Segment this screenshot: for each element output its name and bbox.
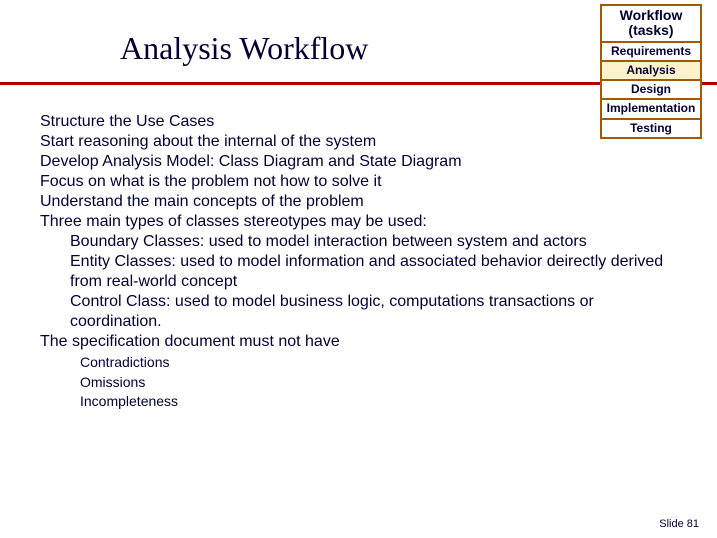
workflow-header: Workflow (tasks) [601, 5, 701, 42]
body-line: Contradictions [80, 354, 680, 372]
body-line: Boundary Classes: used to model interact… [70, 232, 680, 252]
workflow-item-2: Design [601, 80, 701, 99]
body-line: Focus on what is the problem not how to … [40, 172, 680, 192]
body-line: Structure the Use Cases [40, 112, 680, 132]
slide-body: Structure the Use Cases Start reasoning … [40, 112, 680, 411]
body-line: Control Class: used to model business lo… [70, 292, 680, 332]
slide-number: Slide 81 [659, 518, 699, 530]
body-line: Understand the main concepts of the prob… [40, 192, 680, 212]
workflow-item-1: Analysis [601, 61, 701, 80]
body-line: Start reasoning about the internal of th… [40, 132, 680, 152]
body-line: Three main types of classes stereotypes … [40, 212, 680, 232]
body-line: Omissions [80, 374, 680, 392]
body-line: The specification document must not have [40, 332, 680, 352]
body-line: Incompleteness [80, 393, 680, 411]
slide-title: Analysis Workflow [120, 30, 368, 67]
body-line: Develop Analysis Model: Class Diagram an… [40, 152, 680, 172]
workflow-item-0: Requirements [601, 42, 701, 61]
body-line: Entity Classes: used to model informatio… [70, 252, 680, 292]
